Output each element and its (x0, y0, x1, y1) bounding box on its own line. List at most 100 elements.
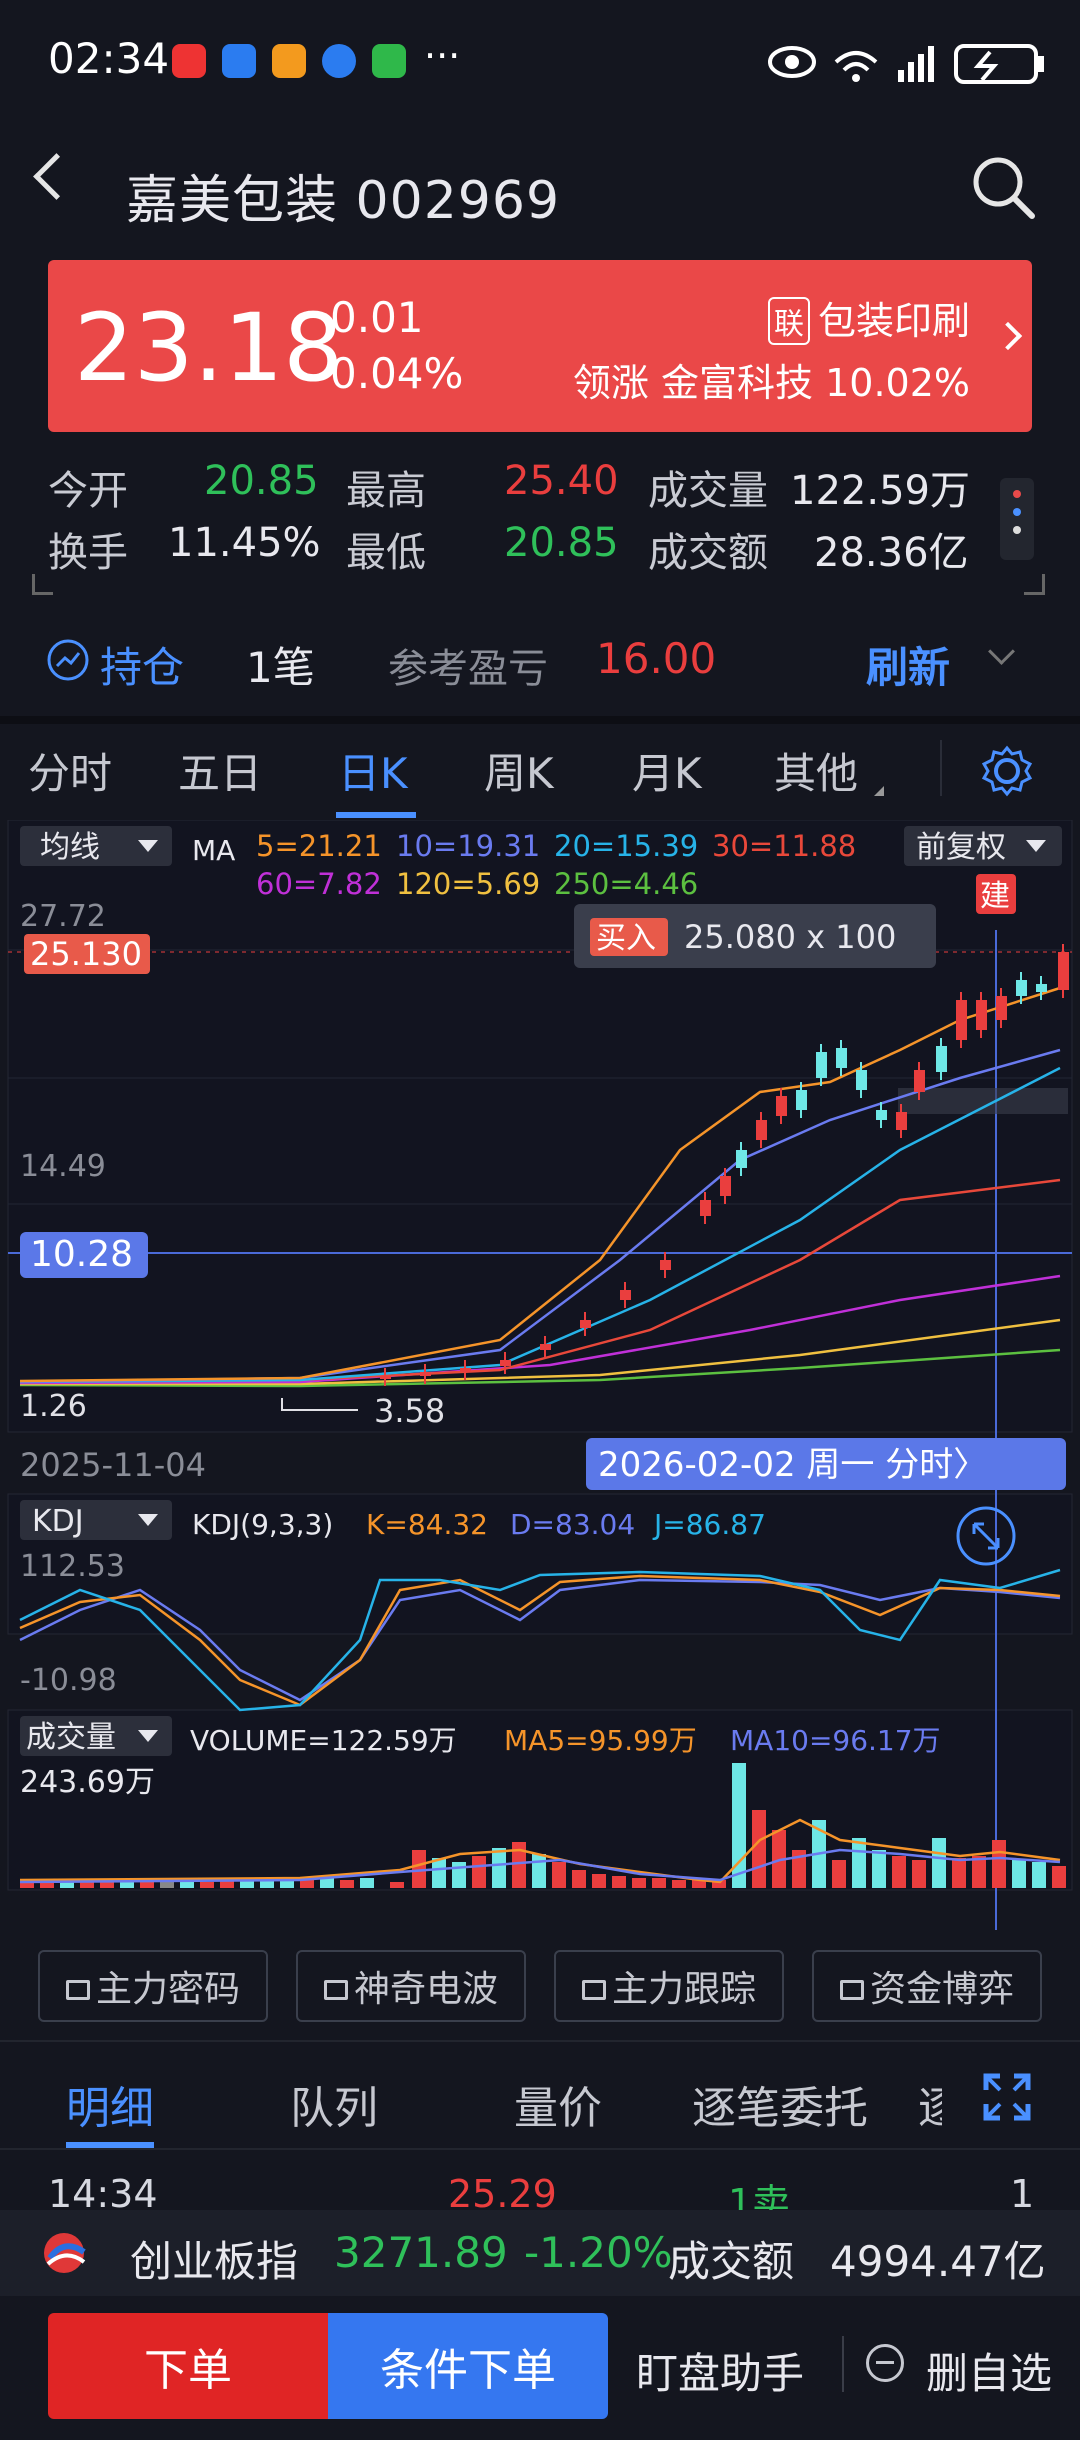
order-button[interactable]: 下单 (48, 2313, 328, 2419)
tab-detail[interactable]: 队列 (290, 2072, 378, 2136)
kline-chart[interactable]: 均线 MA 5=21.21 10=19.31 20=15.39 30=11.88 60=7.… (0, 820, 1080, 1930)
candle (720, 1176, 731, 1196)
volume-bar (892, 1856, 906, 1888)
tab-period[interactable]: 其他 (774, 740, 858, 801)
candle (660, 1260, 671, 1270)
volume-ma10: MA10=96.17万 (730, 1724, 941, 1757)
candle (976, 1000, 987, 1030)
lock-icon (65, 1980, 90, 2000)
chevron-right-icon[interactable] (993, 321, 1023, 351)
volume-select-label: 成交量 (26, 1720, 116, 1755)
volume-bar (1052, 1866, 1066, 1888)
expand-icon[interactable] (982, 2072, 1032, 2122)
sector-link[interactable]: 联包装印刷 (767, 290, 970, 345)
turnover-label: 换手 (48, 530, 128, 576)
stats-more-toggle[interactable] (1000, 478, 1034, 560)
volume-bar (300, 1880, 314, 1888)
system-status-icons (768, 44, 1044, 84)
ma-value: 10=19.31 (396, 829, 540, 863)
volume-bar (1032, 1862, 1046, 1888)
candle (700, 1200, 711, 1216)
tab-detail[interactable]: 逐笔委托 (692, 2072, 868, 2136)
volume-bar (752, 1810, 766, 1888)
notification-app-icon (172, 44, 206, 78)
tab-period[interactable]: 周K (484, 740, 554, 801)
volume-bar (932, 1838, 946, 1888)
price-card: 23.18 0.01 0.04% 联包装印刷 领涨 金富科技 10.02% (48, 260, 1032, 432)
volume-bar (360, 1878, 374, 1888)
volume-bar (652, 1878, 666, 1888)
tab-period[interactable]: 日K (338, 740, 408, 801)
turnover-value: 11.45% (168, 520, 321, 566)
refresh-button[interactable]: 刷新 (866, 634, 950, 695)
high-label: 最高 (346, 468, 426, 514)
tool-label: 资金博弈 (869, 1969, 1014, 2010)
candle (956, 1000, 967, 1040)
volume-bar (532, 1854, 546, 1888)
tool-button[interactable]: 主力密码 (38, 1950, 268, 2022)
buy-detail: 25.080 x 100 (684, 918, 896, 956)
build-tag-label: 建 (980, 879, 1010, 914)
divider (0, 2148, 1080, 2150)
index-ticker-bar[interactable]: 创业板指 3271.89 -1.20% 成交额 4994.47亿 (0, 2210, 1080, 2296)
search-icon[interactable] (968, 152, 1038, 222)
volume-bar (912, 1860, 926, 1888)
index-percent: -1.20% (524, 2228, 673, 2277)
tool-button[interactable]: 资金博弈 (812, 1950, 1042, 2022)
volume-bar (672, 1880, 686, 1888)
indicator-select-label[interactable]: 均线 (40, 830, 100, 865)
watch-assistant-button[interactable]: 盯盘助手 (636, 2340, 804, 2401)
change-percent: 0.04% (330, 349, 464, 398)
lock-icon (323, 1980, 348, 2000)
date-right-label[interactable]: 2026-02-02 周一 分时〉 (598, 1445, 987, 1485)
volume-bar (972, 1856, 986, 1888)
volume-bar (320, 1878, 334, 1888)
volume-bar (432, 1858, 446, 1888)
candle (420, 1372, 431, 1376)
tab-detail[interactable]: 明细 (66, 2072, 154, 2136)
sector-tag: 联 (767, 297, 810, 345)
wifi-icon (834, 51, 878, 64)
conditional-order-button[interactable]: 条件下单 (328, 2313, 608, 2419)
chevron-down-icon[interactable] (988, 638, 1015, 665)
tool-button[interactable]: 神奇电波 (296, 1950, 526, 2022)
divider (842, 2336, 844, 2392)
ma-value: 5=21.21 (256, 829, 382, 863)
volume-bar (832, 1860, 846, 1888)
sector-leader[interactable]: 领涨 金富科技 10.02% (573, 352, 970, 407)
remove-watchlist-icon[interactable] (866, 2344, 904, 2382)
tab-detail[interactable]: 逐 (918, 2072, 942, 2136)
kdj-y-top: 112.53 (20, 1549, 125, 1584)
y-axis-mid: 14.49 (20, 1149, 106, 1184)
settings-gear-icon[interactable] (980, 744, 1034, 798)
kdj-select-label: KDJ (32, 1504, 84, 1539)
volume-value: VOLUME=122.59万 (190, 1724, 457, 1757)
tab-period[interactable]: 五日 (178, 740, 262, 801)
chart-trend-icon (47, 639, 89, 681)
tab-period[interactable]: 分时 (28, 740, 112, 801)
buy-tag-label: 买入 (596, 921, 656, 956)
browser-icon (322, 44, 356, 78)
tool-button[interactable]: 主力跟踪 (554, 1950, 784, 2022)
divider (0, 2040, 1080, 2042)
back-button[interactable] (33, 153, 80, 200)
y-axis-top: 27.72 (20, 899, 106, 934)
page-title: 嘉美包装 002969 (126, 171, 561, 231)
tab-period[interactable]: 月K (632, 740, 702, 801)
notification-app-icon (272, 44, 306, 78)
tab-detail[interactable]: 量价 (514, 2072, 602, 2136)
candle (856, 1070, 867, 1090)
candle (380, 1376, 391, 1379)
high-value: 25.40 (504, 458, 619, 504)
lock-icon (581, 1980, 606, 2000)
candle (620, 1290, 631, 1300)
remove-watchlist-button[interactable]: 删自选 (926, 2340, 1052, 2401)
candle (500, 1360, 511, 1366)
volume-bar (592, 1874, 606, 1888)
volume-bar (240, 1881, 254, 1888)
volume-bar (390, 1882, 404, 1888)
position-row: 持仓 1笔 参考盈亏 16.00 刷新 (0, 610, 1080, 710)
holdings-button[interactable]: 持仓 (100, 634, 184, 695)
holdings-count: 1笔 (246, 643, 315, 692)
tool-label: 主力密码 (95, 1969, 240, 2010)
